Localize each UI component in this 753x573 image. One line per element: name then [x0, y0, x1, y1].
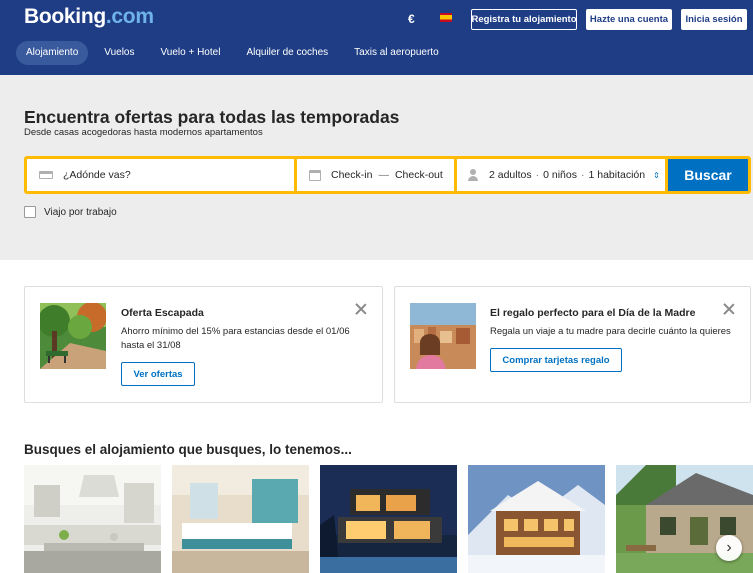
spain-flag-icon[interactable]	[440, 13, 452, 22]
hero-title: Encuentra ofertas para todas las tempora…	[24, 107, 400, 127]
property-types-title: Busques el alojamiento que busques, lo t…	[24, 442, 352, 457]
search-bar: ¿Adónde vas? Check-in — Check-out 2 adul…	[24, 156, 751, 194]
calendar-icon	[309, 169, 321, 181]
nav-item-airport-taxis[interactable]: Taxis al aeropuerto	[344, 41, 449, 65]
buy-gift-cards-button[interactable]: Comprar tarjetas regalo	[490, 348, 622, 372]
property-thumb-kitchen-image[interactable]	[24, 465, 161, 573]
date-dash: —	[378, 169, 389, 181]
promo-title: El regalo perfecto para el Día de la Mad…	[490, 307, 696, 319]
promo-card-escapada: Oferta Escapada Ahorro mínimo del 15% pa…	[24, 286, 383, 403]
currency-selector[interactable]: €	[408, 12, 415, 26]
chevron-right-icon[interactable]: ›	[716, 535, 742, 561]
close-icon[interactable]	[723, 303, 735, 315]
work-trip-option[interactable]: Viajo por trabajo	[24, 206, 117, 218]
nav-item-car-rental[interactable]: Alquiler de coches	[236, 41, 338, 65]
checkout-label: Check-out	[394, 169, 443, 181]
top-header: Booking.com € Registra tu alojamiento Ha…	[0, 0, 753, 75]
nav-item-flights[interactable]: Vuelos	[94, 41, 144, 65]
adults-count: 2 adultos	[489, 169, 532, 181]
park-image	[40, 303, 106, 369]
work-trip-checkbox[interactable]	[24, 206, 36, 218]
nav-item-flight-hotel[interactable]: Vuelo + Hotel	[150, 41, 230, 65]
promo-title: Oferta Escapada	[121, 307, 204, 319]
property-thumb-villa-night-image[interactable]	[320, 465, 457, 573]
person-icon	[467, 169, 479, 181]
property-thumb-chalet-image[interactable]	[468, 465, 605, 573]
search-button[interactable]: Buscar	[668, 159, 748, 191]
logo-main: Booking	[24, 5, 106, 28]
guests-selector[interactable]: 2 adultos · 0 niños · 1 habitación ⇕	[457, 159, 665, 191]
guests-separator: ·	[535, 169, 540, 181]
promo-card-mothers-day: El regalo perfecto para el Día de la Mad…	[394, 286, 751, 403]
property-thumb-hotel-room-image[interactable]	[172, 465, 309, 573]
date-picker[interactable]: Check-in — Check-out	[297, 159, 454, 191]
sign-in-button[interactable]: Inicia sesión	[681, 9, 747, 30]
checkin-label: Check-in	[331, 169, 373, 181]
logo-domain: .com	[105, 5, 154, 28]
promo-text: Regala un viaje a tu madre para decirle …	[490, 326, 731, 337]
guests-separator: ·	[580, 169, 585, 181]
destination-placeholder: ¿Adónde vas?	[63, 169, 131, 181]
destination-input[interactable]: ¿Adónde vas?	[27, 159, 294, 191]
hero-subtitle: Desde casas acogedoras hasta modernos ap…	[24, 127, 263, 138]
main-nav: Alojamiento Vuelos Vuelo + Hotel Alquile…	[16, 41, 449, 65]
create-account-button[interactable]: Hazte una cuenta	[586, 9, 672, 30]
nav-item-accommodation[interactable]: Alojamiento	[16, 41, 89, 65]
booking-logo[interactable]: Booking.com	[24, 5, 154, 29]
register-property-button[interactable]: Registra tu alojamiento	[471, 9, 577, 30]
rooms-count: 1 habitación	[588, 169, 646, 181]
woman-city-image	[410, 303, 476, 369]
bed-icon	[39, 171, 53, 179]
view-offers-button[interactable]: Ver ofertas	[121, 362, 195, 386]
close-icon[interactable]	[355, 303, 367, 315]
promo-text: Ahorro mínimo del 15% para estancias des…	[121, 326, 350, 351]
work-trip-label: Viajo por trabajo	[44, 206, 117, 218]
chevron-up-down-icon: ⇕	[653, 170, 660, 180]
children-count: 0 niños	[543, 169, 577, 181]
